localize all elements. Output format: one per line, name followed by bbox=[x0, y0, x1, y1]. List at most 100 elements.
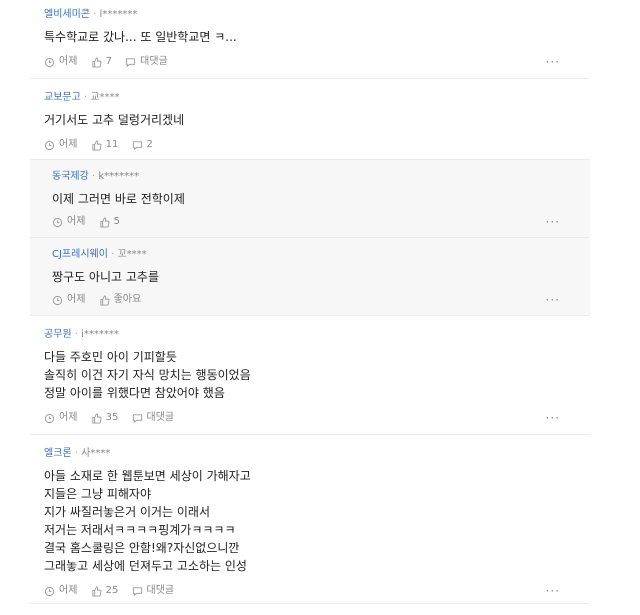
comment-line: 지가 싸질러놓은거 이거는 이래서 bbox=[44, 505, 211, 519]
more-options-icon[interactable]: ··· bbox=[546, 292, 560, 308]
comment-line: 솔직히 이건 자기 자식 망치는 행동이었음 bbox=[44, 368, 251, 382]
thumbs-up-icon bbox=[91, 56, 102, 68]
timestamp-text: 어제 bbox=[59, 585, 78, 596]
comment-actions: 어제 7 대댓글 ··· bbox=[44, 54, 576, 70]
user-id: i******* bbox=[81, 329, 119, 340]
comment-list: 엘비세미콘 · l******* 특수학교로 갔나... 또 일반학교면 ㅋ..… bbox=[30, 0, 590, 604]
comment-line: 정말 아이를 위했다면 참았어야 했음 bbox=[44, 386, 225, 400]
author-name[interactable]: 공무원 bbox=[44, 329, 72, 340]
clock-icon bbox=[44, 413, 55, 423]
timestamp-text: 어제 bbox=[59, 412, 78, 423]
like-button[interactable]: 좋아요 bbox=[99, 292, 142, 308]
timestamp: 어제 bbox=[44, 410, 77, 426]
comment-line: 짱구도 아니고 고추를 bbox=[52, 270, 159, 284]
like-button[interactable]: 11 bbox=[91, 137, 119, 153]
like-button[interactable]: 7 bbox=[91, 54, 112, 70]
thumbs-up-icon bbox=[99, 216, 110, 228]
comment-body: 다들 주호민 아이 기피할듯 솔직히 이건 자기 자식 망치는 행동이었음 정말… bbox=[44, 348, 576, 402]
timestamp: 어제 bbox=[52, 292, 85, 308]
thumbs-up-icon bbox=[91, 585, 102, 597]
more-options-icon[interactable]: ··· bbox=[546, 410, 560, 426]
comment-actions: 어제 좋아요 ··· bbox=[52, 292, 576, 308]
user-id: l******* bbox=[99, 9, 138, 20]
user-id: 꼬**** bbox=[117, 249, 147, 260]
like-label: 좋아요 bbox=[113, 294, 142, 305]
reply-button[interactable]: 대댓글 bbox=[125, 54, 168, 70]
thumbs-up-icon bbox=[91, 412, 102, 424]
comment-meta: CJ프레시웨이 · 꼬**** bbox=[52, 249, 147, 260]
like-button[interactable]: 25 bbox=[91, 583, 119, 599]
speech-bubble-icon bbox=[126, 57, 136, 67]
reply-button[interactable]: 2 bbox=[132, 137, 153, 153]
comment-body: 특수학교로 갔나... 또 일반학교면 ㅋ... bbox=[44, 28, 576, 46]
thumbs-up-icon bbox=[91, 139, 102, 151]
comment-actions: 어제 5 ··· bbox=[52, 214, 576, 230]
comment-line: 거기서도 고추 덜렁거리겠네 bbox=[44, 113, 185, 127]
comment-line: 특수학교로 갔나... 또 일반학교면 ㅋ... bbox=[44, 30, 237, 44]
timestamp: 어제 bbox=[52, 214, 85, 230]
like-count: 7 bbox=[105, 56, 112, 67]
comment-line: 그래놓고 세상에 던져두고 고소하는 인성 bbox=[44, 559, 247, 573]
reply-label: 대댓글 bbox=[146, 585, 175, 596]
timestamp: 어제 bbox=[44, 583, 77, 599]
author-name[interactable]: 엘크론 bbox=[44, 448, 72, 459]
user-id: 교**** bbox=[90, 92, 120, 103]
author-name[interactable]: 엘비세미콘 bbox=[44, 9, 90, 20]
like-count: 25 bbox=[105, 585, 119, 596]
more-options-icon[interactable]: ··· bbox=[546, 54, 560, 70]
reply-item: CJ프레시웨이 · 꼬**** 짱구도 아니고 고추를 어제 좋아요 ··· bbox=[30, 238, 590, 316]
reply-label: 대댓글 bbox=[140, 56, 168, 67]
like-button[interactable]: 5 bbox=[99, 214, 120, 230]
user-id: 사**** bbox=[81, 448, 111, 459]
more-options-icon[interactable]: ··· bbox=[546, 214, 560, 230]
reply-button[interactable]: 대댓글 bbox=[132, 583, 175, 599]
clock-icon bbox=[44, 140, 55, 150]
speech-bubble-icon bbox=[132, 586, 142, 596]
thumbs-up-icon bbox=[99, 294, 110, 306]
comment-body: 거기서도 고추 덜렁거리겠네 bbox=[44, 111, 576, 129]
timestamp-text: 어제 bbox=[59, 56, 78, 67]
comment-meta: 공무원 · i******* bbox=[44, 329, 119, 340]
timestamp: 어제 bbox=[44, 54, 77, 70]
comment-item: 공무원 · i******* 다들 주호민 아이 기피할듯 솔직히 이건 자기 … bbox=[30, 316, 590, 435]
author-name[interactable]: 교보문고 bbox=[44, 92, 81, 103]
comment-line: 이제 그러면 바로 전학이제 bbox=[52, 192, 185, 206]
comment-body: 이제 그러면 바로 전학이제 bbox=[52, 190, 576, 208]
like-count: 5 bbox=[113, 216, 120, 227]
like-button[interactable]: 35 bbox=[91, 410, 119, 426]
reply-button[interactable]: 대댓글 bbox=[132, 410, 174, 426]
more-options-icon[interactable]: ··· bbox=[546, 583, 560, 599]
comment-actions: 어제 11 2 bbox=[44, 137, 576, 153]
comment-body: 짱구도 아니고 고추를 bbox=[52, 268, 576, 286]
comment-line: 결국 홈스쿨링은 안함!왜?자신없으니깐 bbox=[44, 541, 240, 555]
timestamp-text: 어제 bbox=[59, 139, 78, 150]
comment-meta: 엘비세미콘 · l******* bbox=[44, 9, 138, 20]
timestamp-text: 어제 bbox=[67, 216, 86, 227]
speech-bubble-icon bbox=[132, 413, 142, 423]
comment-item: 엘비세미콘 · l******* 특수학교로 갔나... 또 일반학교면 ㅋ..… bbox=[30, 0, 590, 79]
user-id: k******* bbox=[98, 171, 140, 182]
comment-body: 아들 소재로 한 웹툰보면 세상이 가해자고 지들은 그냥 피해자야 지가 싸질… bbox=[44, 467, 576, 575]
comment-actions: 어제 35 대댓글 ··· bbox=[44, 410, 576, 426]
comment-meta: 동국제강 · k******* bbox=[52, 171, 140, 182]
like-count: 35 bbox=[105, 412, 119, 423]
speech-bubble-icon bbox=[132, 140, 142, 150]
comment-item: 엘크론 · 사**** 아들 소재로 한 웹툰보면 세상이 가해자고 지들은 그… bbox=[30, 435, 590, 604]
clock-icon bbox=[52, 217, 63, 227]
like-count: 11 bbox=[105, 139, 119, 150]
author-name[interactable]: CJ프레시웨이 bbox=[52, 249, 108, 260]
clock-icon bbox=[44, 57, 55, 67]
comment-line: 저거는 저래서ㅋㅋㅋㅋ핑계가ㅋㅋㅋㅋ bbox=[44, 523, 236, 537]
comment-line: 다들 주호민 아이 기피할듯 bbox=[44, 350, 177, 364]
comment-item: 교보문고 · 교**** 거기서도 고추 덜렁거리겠네 어제 11 2 bbox=[30, 79, 590, 160]
clock-icon bbox=[52, 295, 63, 305]
comment-actions: 어제 25 대댓글 ··· bbox=[44, 583, 576, 599]
comment-line: 아들 소재로 한 웹툰보면 세상이 가해자고 bbox=[44, 469, 251, 483]
reply-count: 2 bbox=[146, 139, 153, 150]
clock-icon bbox=[44, 586, 55, 596]
author-name[interactable]: 동국제강 bbox=[52, 171, 89, 182]
timestamp: 어제 bbox=[44, 137, 77, 153]
reply-item: 동국제강 · k******* 이제 그러면 바로 전학이제 어제 5 ··· bbox=[30, 160, 590, 238]
comment-meta: 교보문고 · 교**** bbox=[44, 92, 120, 103]
comment-meta: 엘크론 · 사**** bbox=[44, 448, 111, 459]
